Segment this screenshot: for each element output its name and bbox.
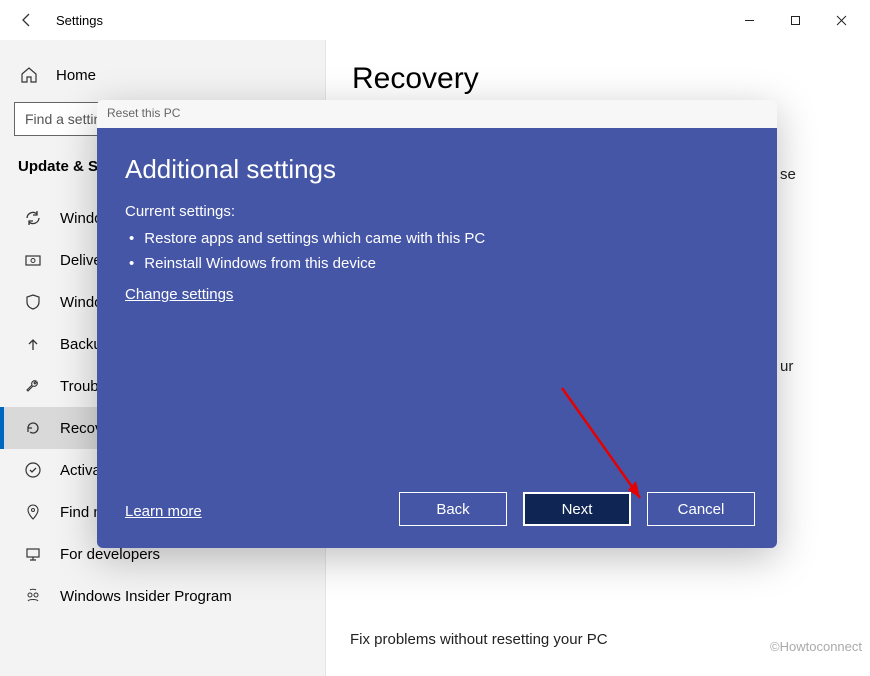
change-settings-link[interactable]: Change settings xyxy=(125,286,233,303)
setting-bullet: Restore apps and settings which came wit… xyxy=(129,226,749,251)
content-subtext: Fix problems without resetting your PC xyxy=(350,631,608,648)
backup-icon xyxy=(24,335,42,353)
titlebar: Settings xyxy=(0,0,870,40)
cancel-button[interactable]: Cancel xyxy=(647,492,755,526)
dialog-heading: Additional settings xyxy=(125,154,749,185)
delivery-icon xyxy=(24,251,42,269)
maximize-button[interactable] xyxy=(772,4,818,36)
truncated-text: se xyxy=(780,166,796,183)
nav-label: Windows Insider Program xyxy=(60,588,232,605)
close-button[interactable] xyxy=(818,4,864,36)
recovery-icon xyxy=(24,419,42,437)
insider-icon xyxy=(24,587,42,605)
sidebar-home[interactable]: Home xyxy=(0,58,325,102)
setting-bullet: Reinstall Windows from this device xyxy=(129,251,749,276)
nav-label: For developers xyxy=(60,546,160,563)
truncated-text: ur xyxy=(780,358,793,375)
sidebar-item-insider[interactable]: Windows Insider Program xyxy=(0,575,325,617)
back-button[interactable]: Back xyxy=(399,492,507,526)
sidebar-home-label: Home xyxy=(56,67,96,84)
back-icon[interactable] xyxy=(18,11,36,29)
current-settings-label: Current settings: xyxy=(125,203,749,220)
page-title: Recovery xyxy=(352,62,870,96)
sync-icon xyxy=(24,209,42,227)
watermark: ©Howtoconnect xyxy=(770,639,862,654)
home-icon xyxy=(20,66,38,84)
shield-icon xyxy=(24,293,42,311)
learn-more-link[interactable]: Learn more xyxy=(125,503,202,520)
location-icon xyxy=(24,503,42,521)
reset-pc-dialog: Reset this PC Additional settings Curren… xyxy=(97,100,777,548)
window-title: Settings xyxy=(56,13,103,28)
wrench-icon xyxy=(24,377,42,395)
dialog-title: Reset this PC xyxy=(97,100,777,128)
minimize-button[interactable] xyxy=(726,4,772,36)
next-button[interactable]: Next xyxy=(523,492,631,526)
developer-icon xyxy=(24,545,42,563)
check-icon xyxy=(24,461,42,479)
